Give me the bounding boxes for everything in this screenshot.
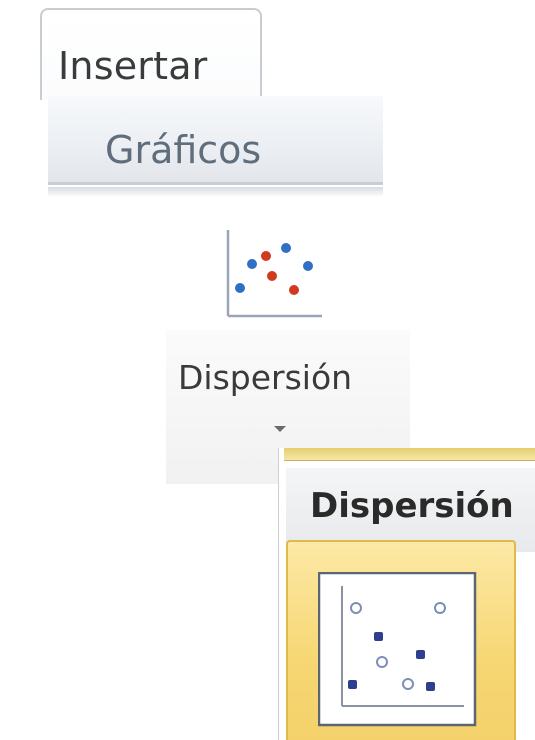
gallery-header: Dispersión	[310, 486, 514, 526]
dropdown-arrow-icon[interactable]	[272, 424, 288, 434]
scatter-chart-button-label: Dispersión	[178, 358, 353, 397]
scatter-chart-icon	[226, 230, 322, 318]
ribbon-group-label: Gráficos	[105, 128, 262, 172]
tab-insertar-label: Insertar	[58, 44, 208, 88]
gallery-hover-edge	[284, 448, 535, 461]
ribbon-divider-shadow	[48, 187, 383, 197]
scatter-markers-only-icon	[318, 572, 477, 727]
ribbon-divider	[48, 182, 383, 185]
